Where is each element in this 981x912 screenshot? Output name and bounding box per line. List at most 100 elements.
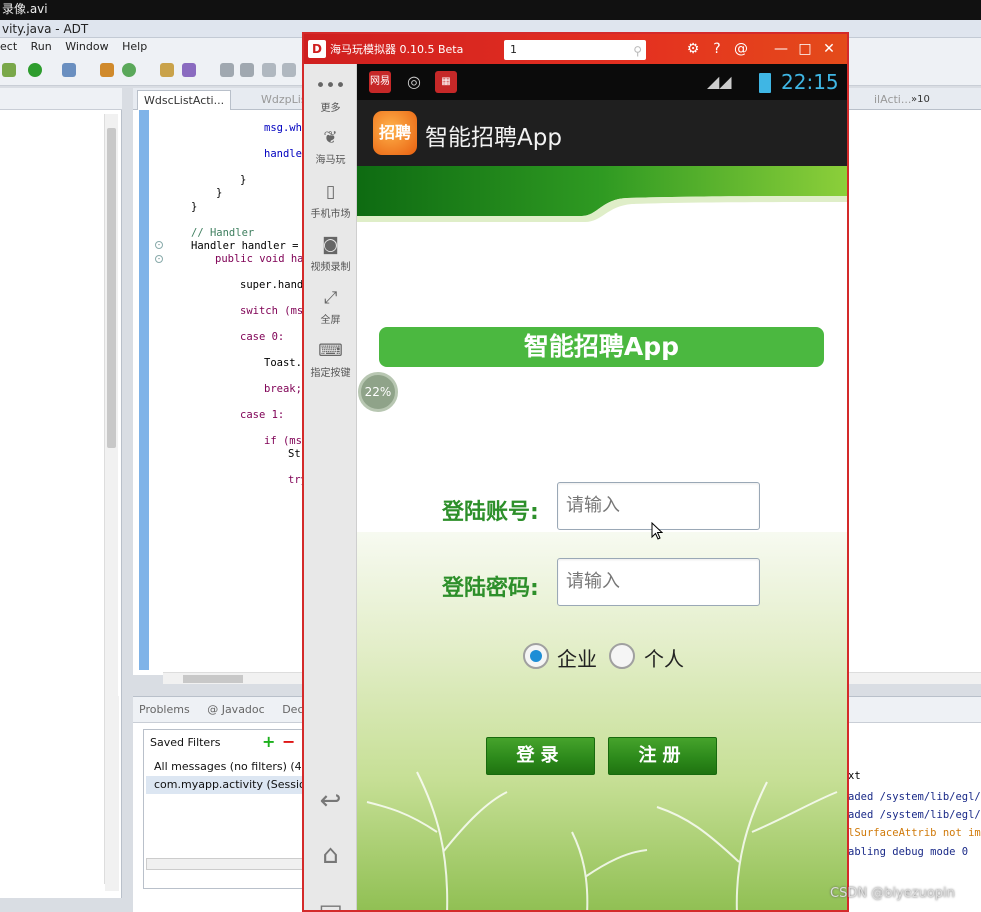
notification-icon: ◎ bbox=[407, 72, 421, 91]
toolbar-icon[interactable] bbox=[220, 63, 234, 77]
radio-enterprise-label[interactable]: 企业 bbox=[557, 643, 597, 672]
remove-filter-icon[interactable]: − bbox=[282, 732, 295, 751]
filters-horizontal-scrollbar[interactable] bbox=[146, 858, 310, 870]
video-record-icon: ◙ bbox=[322, 235, 339, 255]
emulator-window: D 海马玩模拟器 0.10.5 Beta 1 ⚲ ⚙ ? @ — □ ✕ •••… bbox=[302, 32, 849, 912]
close-icon[interactable]: ✕ bbox=[820, 40, 838, 58]
phone-screen: 网易 ◎ ▦ ◢◢ 22:15 招聘 智能招聘App 智能招聘App 登陆账号:… bbox=[357, 64, 847, 910]
wifi-signal-icon: ◢◢ bbox=[707, 72, 732, 91]
emulator-titlebar: D 海马玩模拟器 0.10.5 Beta 1 ⚲ ⚙ ? @ — □ ✕ bbox=[304, 34, 847, 64]
editor-tab-active[interactable]: WdscListActi... bbox=[137, 90, 232, 110]
more-icon: ••• bbox=[315, 76, 346, 96]
search-value: 1 bbox=[510, 43, 517, 56]
radio-enterprise[interactable] bbox=[523, 643, 549, 669]
editor-gutter bbox=[139, 110, 149, 670]
battery-icon bbox=[759, 73, 771, 93]
radio-individual-label[interactable]: 个人 bbox=[644, 643, 684, 672]
settings-icon[interactable]: ⚙ bbox=[684, 40, 702, 58]
code-line: super.handl bbox=[240, 279, 310, 291]
account-label: 登陆账号: bbox=[442, 500, 539, 525]
app-notification-icon: ▦ bbox=[435, 71, 457, 93]
toolbar-icon[interactable] bbox=[122, 63, 136, 77]
logcat-line: abling debug mode 0 bbox=[848, 846, 969, 858]
tab-javadoc[interactable]: @ Javadoc bbox=[207, 703, 265, 716]
sidebar-item-fullscreen[interactable]: ⤢ 全屏 bbox=[304, 288, 357, 326]
open-icon[interactable] bbox=[160, 63, 174, 77]
leaf-icon: ❦ bbox=[323, 128, 338, 148]
vertical-scrollbar[interactable] bbox=[105, 696, 119, 891]
toolbar-icon[interactable] bbox=[2, 63, 16, 77]
android-status-bar: 网易 ◎ ▦ ◢◢ 22:15 bbox=[357, 64, 847, 100]
sidebar-item-keymap[interactable]: ⌨ 指定按键 bbox=[304, 341, 357, 379]
menu-run[interactable]: Run bbox=[31, 40, 52, 53]
page-heading: 智能招聘App bbox=[379, 327, 824, 367]
emulator-logo-icon: D bbox=[308, 40, 326, 58]
app-action-bar: 招聘 智能招聘App bbox=[357, 100, 847, 166]
phone-store-icon: ▯ bbox=[325, 182, 336, 202]
register-button[interactable]: 注册 bbox=[608, 737, 717, 775]
app-logo-icon: 招聘 bbox=[373, 111, 417, 155]
sidebar-label: 更多 bbox=[320, 103, 341, 114]
logcat-column-header: xt bbox=[848, 770, 861, 782]
sidebar-item-haimawan[interactable]: ❦ 海马玩 bbox=[304, 128, 357, 166]
code-line: switch (msg bbox=[240, 305, 310, 317]
emulator-title: 海马玩模拟器 0.10.5 Beta bbox=[330, 43, 464, 56]
password-label: 登陆密码: bbox=[442, 576, 539, 601]
radio-individual[interactable] bbox=[609, 643, 635, 669]
fold-toggle[interactable]: - bbox=[155, 241, 163, 249]
menu-project[interactable]: ect bbox=[0, 40, 17, 53]
logcat-line: aded /system/lib/egl/l bbox=[848, 791, 981, 803]
netease-icon: 网易 bbox=[369, 71, 391, 93]
password-input[interactable]: 请输入 bbox=[557, 558, 760, 606]
watermark: CSDN @biyezuopin bbox=[830, 886, 955, 901]
toolbar-icon[interactable] bbox=[182, 63, 196, 77]
sidebar-label: 指定按键 bbox=[310, 368, 351, 379]
tab-problems[interactable]: Problems bbox=[139, 703, 190, 716]
filter-row-selected[interactable]: com.myapp.activity (Session F bbox=[146, 776, 312, 794]
emulator-sidebar: ••• 更多 ❦ 海马玩 ▯ 手机市场 ◙ 视频录制 ⤢ 全屏 ⌨ 指定按键 ↩… bbox=[304, 64, 357, 910]
back-icon[interactable]: ↩ bbox=[304, 786, 357, 816]
search-icon[interactable]: ⚲ bbox=[633, 41, 642, 61]
toolbar-icon[interactable] bbox=[262, 63, 276, 77]
logcat-line: aded /system/lib/egl/l bbox=[848, 809, 981, 821]
code-line: case 1: bbox=[240, 409, 285, 421]
logcat-line: lSurfaceAttrib not imp bbox=[848, 827, 981, 839]
code-line: Handler handler = n bbox=[191, 240, 312, 252]
login-button[interactable]: 登录 bbox=[486, 737, 595, 775]
menu-help[interactable]: Help bbox=[122, 40, 147, 53]
header-banner-graphic bbox=[357, 166, 847, 232]
fold-toggle[interactable]: - bbox=[155, 255, 163, 263]
toolbar-icon[interactable] bbox=[100, 63, 114, 77]
code-line: case 0: bbox=[240, 331, 285, 343]
sidebar-label: 手机市场 bbox=[310, 209, 351, 220]
login-content: 智能招聘App 登陆账号: 请输入 登陆密码: 请输入 企业 个人 登录 注册 bbox=[357, 232, 847, 910]
sidebar-item-app-market[interactable]: ▯ 手机市场 bbox=[304, 182, 357, 220]
menu-window[interactable]: Window bbox=[65, 40, 108, 53]
saved-filters-box: Saved Filters + − All messages (no filte… bbox=[143, 729, 313, 889]
run-icon[interactable] bbox=[28, 63, 42, 77]
sidebar-item-more[interactable]: ••• 更多 bbox=[304, 76, 357, 114]
sidebar-item-video-record[interactable]: ◙ 视频录制 bbox=[304, 235, 357, 273]
help-icon[interactable]: ? bbox=[708, 40, 726, 58]
home-icon[interactable]: ⌂ bbox=[304, 840, 357, 870]
sidebar-label: 视频录制 bbox=[310, 262, 351, 273]
app-title: 智能招聘App bbox=[425, 125, 562, 151]
add-filter-icon[interactable]: + bbox=[262, 732, 275, 751]
recent-apps-icon[interactable]: ▭ bbox=[304, 894, 357, 910]
debug-icon[interactable] bbox=[62, 63, 76, 77]
code-line: } bbox=[240, 174, 247, 186]
tab-declaration[interactable]: Dec bbox=[282, 703, 303, 716]
fullscreen-icon: ⤢ bbox=[323, 288, 338, 308]
toolbar-icon[interactable] bbox=[282, 63, 296, 77]
more-tabs-button[interactable]: »10 bbox=[905, 90, 936, 110]
filter-row[interactable]: All messages (no filters) (4524 bbox=[146, 758, 312, 776]
minimize-icon[interactable]: — bbox=[772, 40, 790, 58]
account-icon[interactable]: @ bbox=[732, 40, 750, 58]
toolbar-icon[interactable] bbox=[240, 63, 254, 77]
sidebar-label: 海马玩 bbox=[315, 155, 346, 166]
saved-filters-header: Saved Filters bbox=[150, 736, 221, 749]
package-explorer-panel bbox=[0, 88, 122, 898]
maximize-icon[interactable]: □ bbox=[796, 40, 814, 58]
progress-bubble[interactable]: 22% bbox=[358, 372, 398, 412]
emulator-search-input[interactable]: 1 ⚲ bbox=[504, 40, 646, 60]
